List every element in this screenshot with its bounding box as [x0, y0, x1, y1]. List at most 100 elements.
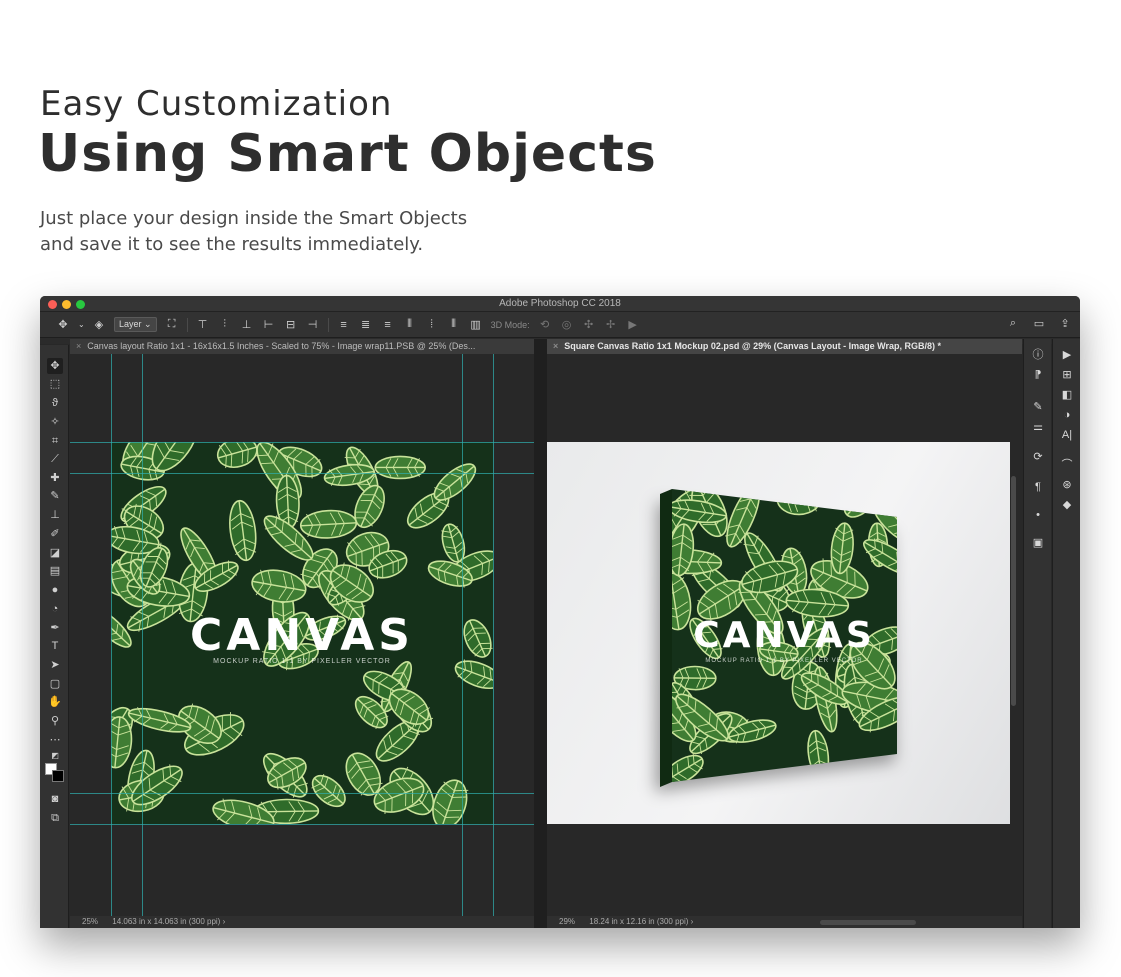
guide-horizontal[interactable] — [70, 442, 534, 443]
screen-mode-icon[interactable]: ⧉ — [47, 810, 63, 826]
canvas-area-right[interactable]: CANVAS MOCKUP RATIO 1:1 BY PIXELLER VECT… — [547, 354, 1022, 916]
clone-source-icon[interactable]: ⟳ — [1030, 449, 1046, 465]
lasso-tool-icon[interactable]: ϑ — [47, 395, 63, 411]
options-bar: ✥ ⌄ ◈ Layer ⌄ ⛶ ⊤ ⫶ ⊥ ⊢ ⊟ ⊣ ≡ ≣ ≡ ⦀ ⦙ ⦀ … — [40, 312, 1080, 338]
align-hcenter-icon[interactable]: ⊟ — [284, 318, 298, 331]
close-tab-icon[interactable]: × — [553, 341, 558, 351]
3d-roll-icon[interactable]: ◎ — [560, 318, 574, 331]
eyedropper-tool-icon[interactable]: ⟋ — [47, 451, 63, 467]
3d-slide-icon[interactable]: ✢ — [604, 318, 618, 331]
align-top-icon[interactable]: ⊤ — [196, 318, 210, 331]
3d-mode-label: 3D Mode: — [490, 319, 530, 330]
play-actions-icon[interactable]: ▶ — [1059, 347, 1075, 363]
default-colors-icon[interactable]: ◩ — [47, 748, 63, 764]
adjustment-layer-icon[interactable]: ◑ — [1059, 407, 1075, 423]
zoom-level-left[interactable]: 25% — [82, 917, 98, 926]
canvas-area-left[interactable]: CANVAS MOCKUP RATIO 1:1 BY PIXELLER VECT… — [70, 354, 534, 916]
hero-description: Just place your design inside the Smart … — [40, 206, 467, 258]
3d-drag-icon[interactable]: ✣ — [582, 318, 596, 331]
align-bottom-icon[interactable]: ⊥ — [240, 318, 254, 331]
vertical-scrollbar[interactable] — [1011, 476, 1016, 706]
transform-controls-icon[interactable]: ⛶ — [165, 318, 179, 331]
guide-horizontal[interactable] — [70, 824, 534, 825]
hero-desc-line1: Just place your design inside the Smart … — [40, 208, 468, 229]
tab-label-left: Canvas layout Ratio 1x1 - 16x16x1.5 Inch… — [87, 341, 476, 351]
document-tab-right[interactable]: × Square Canvas Ratio 1x1 Mockup 02.psd @… — [547, 339, 1022, 354]
type-tool-icon[interactable]: T — [47, 638, 63, 654]
chevron-down-icon[interactable]: ⌄ — [78, 320, 85, 329]
shape-tool-icon[interactable]: ▢ — [47, 676, 63, 692]
stamp-tool-icon[interactable]: ⊥ — [47, 507, 63, 523]
document-divider[interactable] — [534, 339, 547, 928]
eraser-tool-icon[interactable]: ◪ — [47, 545, 63, 561]
panel-dock-main: ▶ ⊞ ◧ ◑ A| ⌒ ⊛ ◆ — [1052, 339, 1080, 928]
3d-orbit-icon[interactable]: ⟲ — [538, 318, 552, 331]
libraries-icon[interactable]: ⊞ — [1059, 367, 1075, 383]
document-left: × Canvas layout Ratio 1x1 - 16x16x1.5 Inc… — [70, 339, 534, 928]
workspace-icon[interactable]: ▭ — [1032, 317, 1046, 330]
paths-icon[interactable]: ⌒ — [1059, 457, 1075, 473]
align-left-icon[interactable]: ⊢ — [262, 318, 276, 331]
blur-tool-icon[interactable]: ● — [47, 582, 63, 598]
pen-tool-icon[interactable]: ✒ — [47, 620, 63, 636]
canvas-tagline-right: MOCKUP RATIO 1:1 BY PIXELLER VECTOR — [705, 658, 862, 664]
paragraph-icon[interactable]: ¶ — [1030, 479, 1046, 495]
move-icon[interactable]: ✥ — [56, 318, 70, 331]
document-tab-left[interactable]: × Canvas layout Ratio 1x1 - 16x16x1.5 Inc… — [70, 339, 534, 354]
history-brush-tool-icon[interactable]: ✐ — [47, 526, 63, 542]
healing-tool-icon[interactable]: ✚ — [47, 470, 63, 486]
channels-icon[interactable]: ⊛ — [1059, 477, 1075, 493]
brush-tool-icon[interactable]: ✎ — [47, 488, 63, 504]
align-vcenter-icon[interactable]: ⫶ — [218, 318, 232, 331]
3d-scale-icon[interactable]: ▶ — [626, 318, 640, 331]
more-tools-icon[interactable]: ⋯ — [47, 732, 63, 748]
info-icon[interactable]: ⓘ — [1030, 347, 1046, 363]
auto-align-icon[interactable]: ▥ — [469, 318, 483, 331]
mockup-canvas-frame: CANVAS MOCKUP RATIO 1:1 BY PIXELLER VECT… — [655, 489, 897, 792]
marquee-tool-icon[interactable]: ⬚ — [47, 376, 63, 392]
properties-icon[interactable]: ◧ — [1059, 387, 1075, 403]
distribute-hcenter-icon[interactable]: ⦙ — [425, 318, 439, 331]
distribute-left-icon[interactable]: ⦀ — [403, 318, 417, 331]
distribute-top-icon[interactable]: ≡ — [337, 319, 351, 331]
guide-vertical[interactable] — [111, 354, 112, 916]
align-right-icon[interactable]: ⊣ — [306, 318, 320, 331]
magic-wand-tool-icon[interactable]: ✧ — [47, 414, 63, 430]
notes-icon[interactable]: ▣ — [1030, 535, 1046, 551]
brush-settings-icon[interactable]: ✎ — [1030, 399, 1046, 415]
background-color-swatch[interactable] — [52, 770, 64, 782]
adjustments-icon[interactable]: ⚌ — [1030, 419, 1046, 435]
character-icon[interactable]: A| — [1059, 427, 1075, 443]
color-sampler-icon[interactable]: ⁋ — [1030, 367, 1046, 383]
distribute-vcenter-icon[interactable]: ≣ — [359, 318, 373, 331]
guide-horizontal[interactable] — [70, 473, 534, 474]
guide-vertical[interactable] — [493, 354, 494, 916]
path-selection-tool-icon[interactable]: ➤ — [47, 657, 63, 673]
move-tool-icon[interactable]: ✥ — [47, 358, 63, 374]
horizontal-scrollbar[interactable] — [820, 920, 916, 925]
status-menu-arrow[interactable]: › — [691, 917, 694, 926]
guide-horizontal[interactable] — [70, 793, 534, 794]
quick-mask-icon[interactable]: ◙ — [47, 791, 63, 807]
guide-vertical[interactable] — [142, 354, 143, 916]
auto-select-icon[interactable]: ◈ — [92, 318, 106, 331]
distribute-right-icon[interactable]: ⦀ — [447, 318, 461, 331]
zoom-tool-icon[interactable]: ⚲ — [47, 713, 63, 729]
brush-presets-icon[interactable]: • — [1030, 507, 1046, 523]
zoom-level-right[interactable]: 29% — [559, 917, 575, 926]
hand-tool-icon[interactable]: ✋ — [47, 694, 63, 710]
crop-tool-icon[interactable]: ⌗ — [47, 433, 63, 449]
status-menu-arrow[interactable]: › — [223, 917, 226, 926]
layers-icon[interactable]: ◆ — [1059, 497, 1075, 513]
guide-vertical[interactable] — [462, 354, 463, 916]
auto-select-target-dropdown[interactable]: Layer ⌄ — [114, 317, 157, 332]
close-tab-icon[interactable]: × — [76, 341, 81, 351]
share-icon[interactable]: ⇪ — [1058, 317, 1072, 330]
gradient-tool-icon[interactable]: ▤ — [47, 563, 63, 579]
canvas-word-right: CANVAS — [693, 615, 875, 656]
mockup-scene: CANVAS MOCKUP RATIO 1:1 BY PIXELLER VECT… — [547, 442, 1010, 824]
dodge-tool-icon[interactable]: ◔ — [47, 601, 63, 617]
canvas-tagline-left: MOCKUP RATIO 1:1 BY PIXELLER VECTOR — [213, 658, 391, 665]
distribute-bottom-icon[interactable]: ≡ — [381, 319, 395, 331]
search-icon[interactable]: ⌕ — [1006, 317, 1020, 330]
